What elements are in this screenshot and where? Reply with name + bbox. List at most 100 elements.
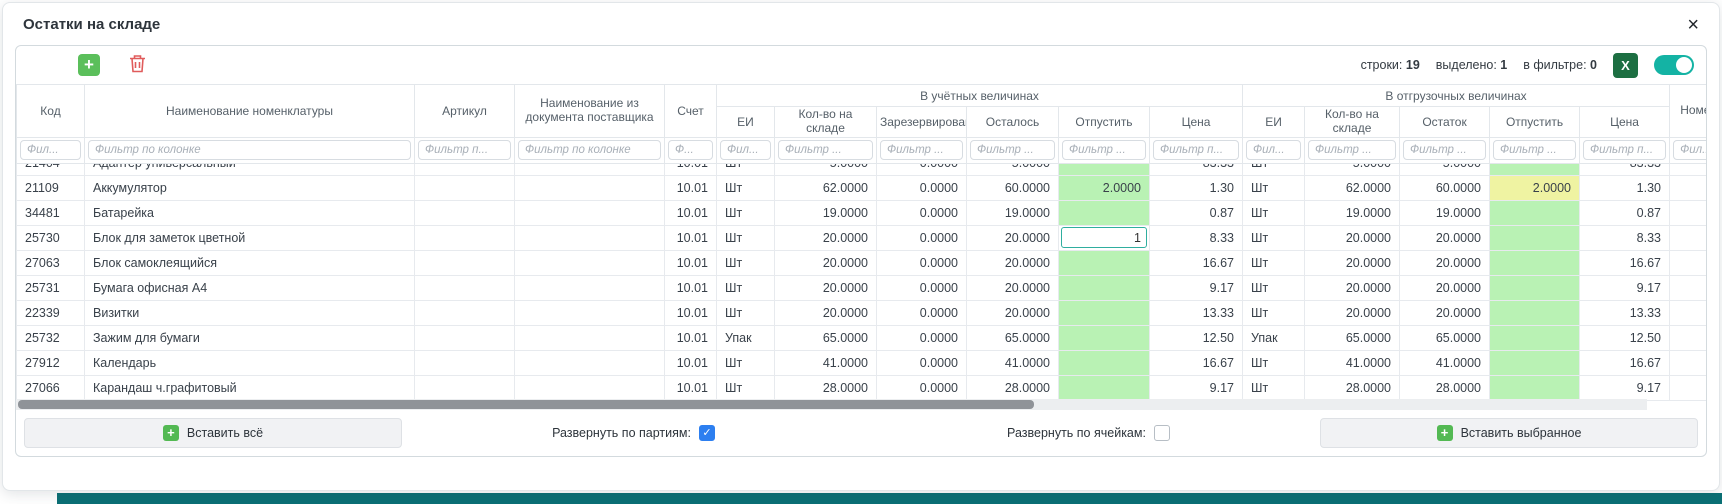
col-header-ship-left[interactable]: Остаток (1400, 107, 1490, 138)
filter-input-batch[interactable] (1673, 140, 1706, 160)
toggle-switch[interactable] (1654, 55, 1694, 75)
col-header-account[interactable]: Счет (665, 85, 717, 138)
table-body-viewport[interactable]: 21404Адаптер универсальный10.01Шт5.00000… (16, 164, 1706, 410)
table-row[interactable]: 21109Аккумулятор10.01Шт62.00000.000060.0… (17, 175, 1707, 200)
cell-ship-dispatch[interactable] (1490, 300, 1580, 325)
table-row[interactable]: 25730Блок для заметок цветной10.01Шт20.0… (17, 225, 1707, 250)
cell-ship-dispatch[interactable] (1490, 250, 1580, 275)
filter-input-acc-left[interactable] (970, 140, 1055, 160)
cell-ship-dispatch[interactable] (1490, 325, 1580, 350)
filter-input-name[interactable] (88, 140, 411, 160)
cell-ship-unit: Шт (1243, 375, 1305, 400)
filter-input-article[interactable] (418, 140, 511, 160)
table-row[interactable]: 27063Блок самоклеящийся10.01Шт20.00000.0… (17, 250, 1707, 275)
table-row[interactable]: 27912Календарь10.01Шт41.00000.000041.000… (17, 350, 1707, 375)
col-header-acc-left[interactable]: Осталось (967, 107, 1059, 138)
insert-selected-button[interactable]: + Вставить выбранное (1320, 418, 1698, 448)
filter-input-supplier-doc-name[interactable] (518, 140, 661, 160)
dispatch-qty-input[interactable] (1061, 227, 1147, 248)
filter-input-account[interactable] (668, 140, 713, 160)
cell-ship-dispatch[interactable] (1490, 225, 1580, 250)
close-icon[interactable]: × (1687, 18, 1699, 32)
cell-ship-dispatch[interactable] (1490, 350, 1580, 375)
filter-input-ship-left[interactable] (1403, 140, 1486, 160)
cell-acc-dispatch[interactable] (1059, 164, 1150, 176)
cell-account: 10.01 (665, 225, 717, 250)
cell-supplier-name (515, 164, 665, 176)
cell-acc-dispatch[interactable]: 2.0000 (1059, 175, 1150, 200)
cell-supplier-name (515, 350, 665, 375)
table-row[interactable]: 22339Визитки10.01Шт20.00000.000020.00001… (17, 300, 1707, 325)
col-header-ship-dispatch[interactable]: Отпустить (1490, 107, 1580, 138)
data-table: 21404Адаптер универсальный10.01Шт5.00000… (16, 164, 1706, 401)
table-row[interactable]: 27066Карандаш ч.графитовый10.01Шт28.0000… (17, 375, 1707, 400)
cell-acc-left: 28.0000 (967, 375, 1059, 400)
col-header-supplier-doc-name[interactable]: Наименование из документа поставщика (515, 85, 665, 138)
cell-name: Аккумулятор (85, 175, 415, 200)
cell-ship-dispatch[interactable] (1490, 375, 1580, 400)
insert-selected-label: Вставить выбранное (1461, 426, 1582, 440)
cell-ship-dispatch[interactable] (1490, 275, 1580, 300)
cell-name: Блок самоклеящийся (85, 250, 415, 275)
expand-batches-checkbox[interactable]: ✓ (699, 425, 715, 441)
col-header-name[interactable]: Наименование номенклатуры (85, 85, 415, 138)
cell-supplier-name (515, 300, 665, 325)
filter-input-acc-unit[interactable] (720, 140, 771, 160)
col-header-code[interactable]: Код (17, 85, 85, 138)
table-row[interactable]: 25732Зажим для бумаги10.01Упак65.00000.0… (17, 325, 1707, 350)
cell-acc-dispatch[interactable] (1059, 275, 1150, 300)
col-header-ship-price[interactable]: Цена (1580, 107, 1670, 138)
cell-acc-dispatch[interactable] (1059, 250, 1150, 275)
cell-ship-unit: Шт (1243, 164, 1305, 176)
cell-account: 10.01 (665, 164, 717, 176)
cell-acc-dispatch[interactable] (1059, 375, 1150, 400)
table-row[interactable]: 34481Батарейка10.01Шт19.00000.000019.000… (17, 200, 1707, 225)
col-header-acc-price[interactable]: Цена (1150, 107, 1243, 138)
table-row[interactable]: 25731Бумага офисная А410.01Шт20.00000.00… (17, 275, 1707, 300)
col-header-batch-number[interactable]: Номер партии (1670, 85, 1706, 138)
cell-ship-dispatch[interactable] (1490, 164, 1580, 176)
filter-input-acc-price[interactable] (1153, 140, 1239, 160)
excel-export-button[interactable]: X (1613, 53, 1638, 78)
col-header-ship-unit[interactable]: ЕИ (1243, 107, 1305, 138)
cell-acc-dispatch (1059, 225, 1150, 250)
col-header-acc-reserved[interactable]: Зарезервировано (877, 107, 967, 138)
cell-ship-dispatch[interactable] (1490, 200, 1580, 225)
col-header-acc-dispatch[interactable]: Отпустить (1059, 107, 1150, 138)
filter-input-ship-dispatch[interactable] (1493, 140, 1576, 160)
cell-name: Блок для заметок цветной (85, 225, 415, 250)
filtered-count: в фильтре: 0 (1523, 58, 1597, 72)
cell-acc-dispatch[interactable] (1059, 325, 1150, 350)
filter-input-code[interactable] (20, 140, 81, 160)
filter-input-ship-unit[interactable] (1246, 140, 1301, 160)
cell-ship-dispatch[interactable]: 2.0000 (1490, 175, 1580, 200)
table-row[interactable]: 21404Адаптер универсальный10.01Шт5.00000… (17, 164, 1707, 176)
cell-acc-dispatch[interactable] (1059, 200, 1150, 225)
cell-batch (1670, 175, 1707, 200)
expand-cells-group: Развернуть по ячейкам: (1007, 425, 1170, 441)
filter-input-ship-price[interactable] (1583, 140, 1666, 160)
cell-acc-dispatch[interactable] (1059, 350, 1150, 375)
filter-input-acc-dispatch[interactable] (1062, 140, 1146, 160)
cell-acc-reserved: 0.0000 (877, 250, 967, 275)
expand-cells-checkbox[interactable] (1154, 425, 1170, 441)
add-row-button[interactable]: + (78, 54, 100, 76)
scrollbar-thumb[interactable] (18, 400, 1034, 409)
col-header-article[interactable]: Артикул (415, 85, 515, 138)
cell-acc-dispatch[interactable] (1059, 300, 1150, 325)
cell-ship-qty: 41.0000 (1305, 350, 1400, 375)
insert-all-button[interactable]: + Вставить всё (24, 418, 402, 448)
delete-row-button[interactable] (126, 54, 148, 76)
cell-name: Визитки (85, 300, 415, 325)
filter-input-ship-qty[interactable] (1308, 140, 1396, 160)
cell-acc-reserved: 0.0000 (877, 375, 967, 400)
cell-acc-qty: 19.0000 (775, 200, 877, 225)
col-header-ship-qty[interactable]: Кол-во на складе (1305, 107, 1400, 138)
horizontal-scrollbar[interactable] (16, 399, 1647, 410)
col-header-acc-unit[interactable]: ЕИ (717, 107, 775, 138)
cell-ship-left: 19.0000 (1400, 200, 1490, 225)
col-header-acc-qty[interactable]: Кол-во на складе (775, 107, 877, 138)
cell-acc-qty: 5.0000 (775, 164, 877, 176)
filter-input-acc-qty[interactable] (778, 140, 873, 160)
filter-input-acc-reserved[interactable] (880, 140, 963, 160)
